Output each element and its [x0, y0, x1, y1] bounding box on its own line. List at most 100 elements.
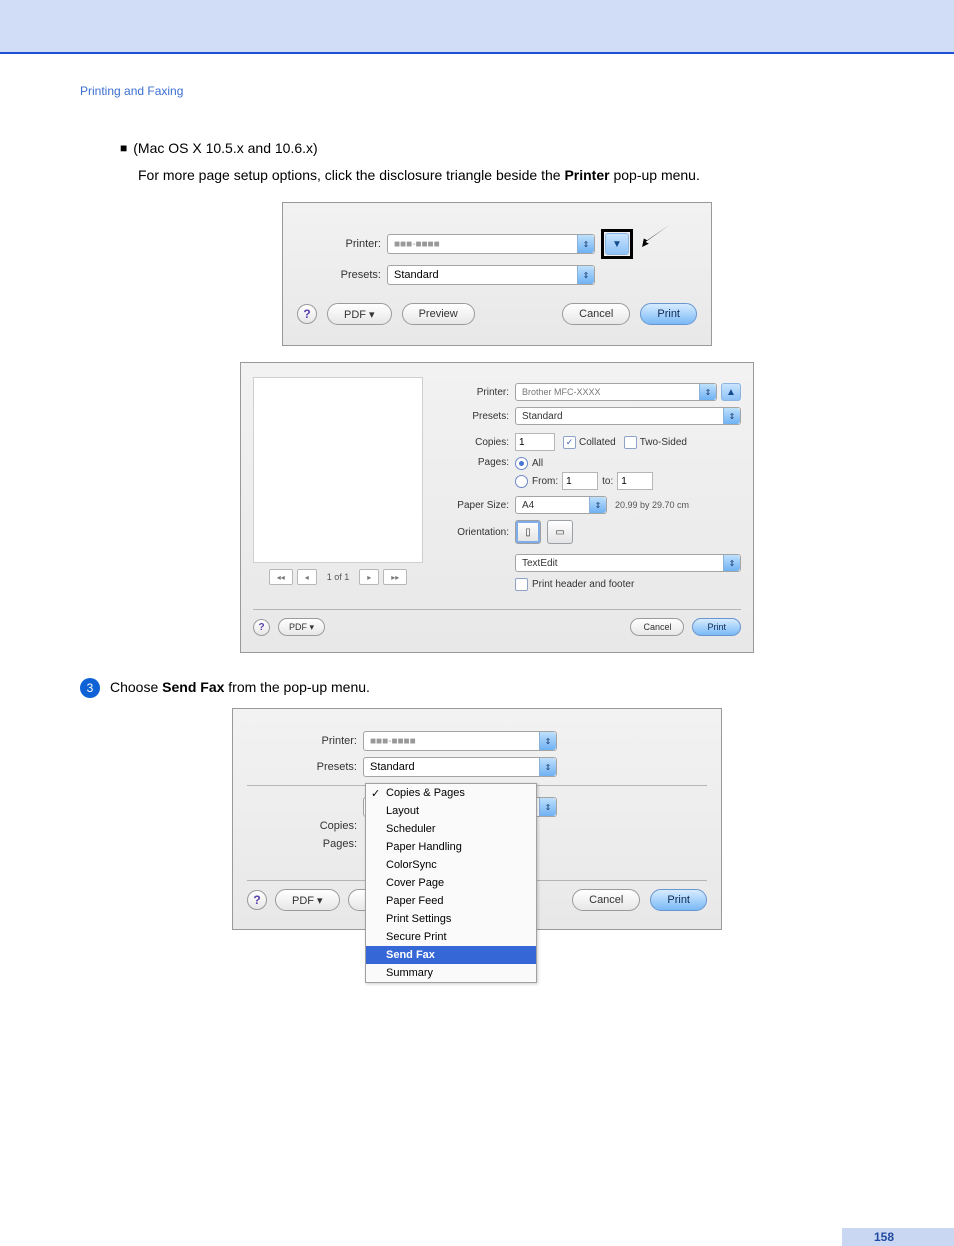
menu-item-copies-pages[interactable]: ✓ Copies & Pages [366, 784, 536, 802]
menu-item-colorsync[interactable]: ColorSync [366, 856, 536, 874]
cancel-button[interactable]: Cancel [572, 889, 640, 911]
pdf-menu-button[interactable]: PDF ▾ [275, 889, 340, 911]
pager-first-button[interactable]: ◂◂ [269, 569, 293, 585]
presets-popup[interactable]: Standard ⇕ [515, 407, 741, 425]
pages-to-label: to: [602, 476, 613, 487]
updown-icon: ⇕ [723, 555, 740, 571]
menu-item-label: Paper Feed [386, 895, 443, 907]
print-dialog-expanded: ◂◂ ◂ 1 of 1 ▸ ▸▸ Printer: Brother MFC-XX… [240, 362, 754, 653]
step-3-a: Choose [110, 679, 162, 695]
help-button[interactable]: ? [297, 304, 317, 324]
cancel-button[interactable]: Cancel [562, 303, 630, 325]
pager-next-button[interactable]: ▸ [359, 569, 379, 585]
pdf-menu-button[interactable]: PDF ▾ [278, 618, 325, 636]
pdf-menu-button[interactable]: PDF ▾ [327, 303, 392, 325]
pages-label: Pages: [247, 838, 357, 850]
disclosure-note-a: For more page setup options, click the d… [138, 167, 564, 183]
pager-prev-button[interactable]: ◂ [297, 569, 317, 585]
header-footer-label: Print header and footer [532, 579, 634, 590]
disclosure-button[interactable]: ▼ [605, 233, 629, 255]
menu-item-scheduler[interactable]: Scheduler [366, 820, 536, 838]
pager-text: 1 of 1 [327, 572, 350, 582]
pages-label: Pages: [441, 457, 509, 468]
page-number: 158 [842, 1228, 954, 1246]
print-dialog-collapsed: Printer: ■■■-■■■■ ⇕ ▼ Presets: Standard … [282, 202, 712, 346]
updown-icon: ⇕ [539, 758, 556, 776]
menu-item-send-fax[interactable]: Send Fax [366, 946, 536, 964]
collated-label: Collated [579, 437, 616, 448]
app-section-popup[interactable]: TextEdit ⇕ [515, 554, 741, 572]
updown-icon: ⇕ [589, 497, 606, 513]
header-footer-checkbox[interactable] [515, 578, 528, 591]
print-button[interactable]: Print [640, 303, 697, 325]
breadcrumb: Printing and Faxing [80, 84, 874, 98]
cancel-button[interactable]: Cancel [630, 618, 684, 636]
menu-item-label: Summary [386, 967, 433, 979]
copies-label: Copies: [441, 437, 509, 448]
printer-popup[interactable]: ■■■-■■■■ ⇕ [387, 234, 595, 254]
step-3-text: Choose Send Fax from the pop-up menu. [110, 677, 370, 698]
preview-button[interactable]: Preview [402, 303, 475, 325]
paper-size-dimensions: 20.99 by 29.70 cm [615, 500, 689, 510]
help-button[interactable]: ? [247, 890, 267, 910]
menu-item-label: Copies & Pages [386, 787, 465, 799]
paper-size-popup[interactable]: A4 ⇕ [515, 496, 607, 514]
step-3-bold: Send Fax [162, 679, 224, 695]
pages-to-input[interactable] [617, 472, 653, 490]
copies-label: Copies: [247, 820, 357, 832]
printer-popup[interactable]: ■■■-■■■■ ⇕ [363, 731, 557, 751]
two-sided-label: Two-Sided [640, 437, 687, 448]
preview-column: ◂◂ ◂ 1 of 1 ▸ ▸▸ [253, 377, 423, 597]
printer-value: Brother MFC-XXXX [522, 387, 699, 397]
two-sided-checkbox[interactable] [624, 436, 637, 449]
pages-all-label: All [532, 458, 543, 469]
disclosure-button[interactable]: ▲ [721, 383, 741, 401]
printer-popup[interactable]: Brother MFC-XXXX ⇕ [515, 383, 717, 401]
app-section-value: TextEdit [522, 558, 723, 569]
presets-popup[interactable]: Standard ⇕ [387, 265, 595, 285]
printer-label: Printer: [247, 735, 357, 747]
presets-label: Presets: [247, 761, 357, 773]
presets-value: Standard [522, 411, 723, 422]
pages-all-radio[interactable] [515, 457, 528, 470]
printer-label: Printer: [297, 238, 381, 250]
updown-icon: ⇕ [577, 266, 594, 284]
updown-icon: ⇕ [577, 235, 594, 253]
menu-item-label: Send Fax [386, 949, 435, 961]
menu-item-label: Print Settings [386, 913, 451, 925]
menu-item-print-settings[interactable]: Print Settings [366, 910, 536, 928]
menu-item-secure-print[interactable]: Secure Print [366, 928, 536, 946]
presets-value: Standard [370, 761, 539, 773]
printer-label: Printer: [441, 387, 509, 398]
orientation-landscape-button[interactable]: ▭ [547, 520, 573, 544]
pages-from-input[interactable] [562, 472, 598, 490]
menu-item-label: Layout [386, 805, 419, 817]
section-dropdown-list[interactable]: ✓ Copies & Pages Layout Scheduler Paper … [365, 783, 537, 983]
os-note-heading: (Mac OS X 10.5.x and 10.6.x) [120, 138, 874, 159]
print-button[interactable]: Print [692, 618, 741, 636]
disclosure-note-b: pop-up menu. [610, 167, 700, 183]
updown-icon: ⇕ [539, 732, 556, 750]
updown-icon: ⇕ [699, 384, 716, 400]
step-3-b: from the pop-up menu. [224, 679, 370, 695]
menu-item-layout[interactable]: Layout [366, 802, 536, 820]
orientation-portrait-button[interactable]: ▯ [515, 520, 541, 544]
menu-item-label: ColorSync [386, 859, 437, 871]
menu-item-paper-handling[interactable]: Paper Handling [366, 838, 536, 856]
print-button[interactable]: Print [650, 889, 707, 911]
menu-item-paper-feed[interactable]: Paper Feed [366, 892, 536, 910]
presets-value: Standard [394, 269, 577, 281]
presets-popup[interactable]: Standard ⇕ [363, 757, 557, 777]
collated-checkbox[interactable]: ✓ [563, 436, 576, 449]
help-button[interactable]: ? [253, 619, 270, 636]
menu-item-summary[interactable]: Summary [366, 964, 536, 982]
pages-range-radio[interactable] [515, 475, 528, 488]
copies-input[interactable] [515, 433, 555, 451]
disclosure-note: For more page setup options, click the d… [138, 165, 874, 186]
pager-last-button[interactable]: ▸▸ [383, 569, 407, 585]
menu-item-cover-page[interactable]: Cover Page [366, 874, 536, 892]
menu-item-label: Secure Print [386, 931, 447, 943]
disclosure-note-printer-word: Printer [564, 167, 609, 183]
presets-label: Presets: [297, 269, 381, 281]
presets-label: Presets: [441, 411, 509, 422]
